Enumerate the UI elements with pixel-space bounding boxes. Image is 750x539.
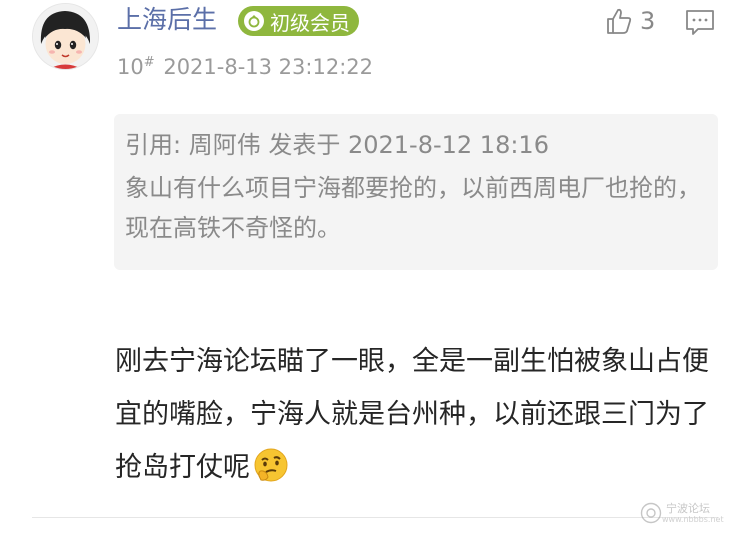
thinking-face-emoji xyxy=(252,446,290,502)
member-level-badge: 初级会员 xyxy=(238,6,359,36)
post-timestamp: 2021-8-13 23:12:22 xyxy=(163,55,373,79)
cartoon-girl-avatar-icon xyxy=(33,4,98,69)
author-avatar[interactable] xyxy=(33,4,98,69)
quote-header: 引用: 周阿伟 发表于 2021-8-12 18:16 xyxy=(125,131,549,159)
watermark-text: 宁波论坛 xyxy=(666,501,710,515)
watermark-logo-icon xyxy=(640,502,662,524)
post-divider xyxy=(32,517,718,518)
floor-mark: # xyxy=(143,55,155,70)
post-meta: 10# 2021-8-13 23:12:22 xyxy=(117,52,373,82)
post-content: 刚去宁海论坛瞄了一眼，全是一副生怕被象山占便宜的嘴脸，宁海人就是台州种，以前还跟… xyxy=(115,335,715,502)
watermark-url: www.nbbbs.net xyxy=(662,514,724,524)
ring-badge-icon xyxy=(244,11,264,31)
reply-button[interactable] xyxy=(684,8,716,42)
member-level-label: 初级会员 xyxy=(270,10,350,35)
comment-bubble-icon xyxy=(686,10,714,35)
quote-text: 象山有什么项目宁海都要抢的，以前西周电厂也抢的，现在高铁不奇怪的。 xyxy=(125,174,701,242)
like-button[interactable]: 3 xyxy=(604,6,655,36)
thumbs-up-icon xyxy=(607,8,632,34)
quoted-post: 引用: 周阿伟 发表于 2021-8-12 18:16 象山有什么项目宁海都要抢… xyxy=(114,114,718,270)
floor-number: 10 xyxy=(117,55,144,79)
site-watermark: 宁波论坛 www.nbbbs.net xyxy=(640,502,724,524)
author-name[interactable]: 上海后生 xyxy=(117,3,217,37)
post-content-text: 刚去宁海论坛瞄了一眼，全是一副生怕被象山占便宜的嘴脸，宁海人就是台州种，以前还跟… xyxy=(115,346,709,483)
like-count: 3 xyxy=(640,7,656,35)
